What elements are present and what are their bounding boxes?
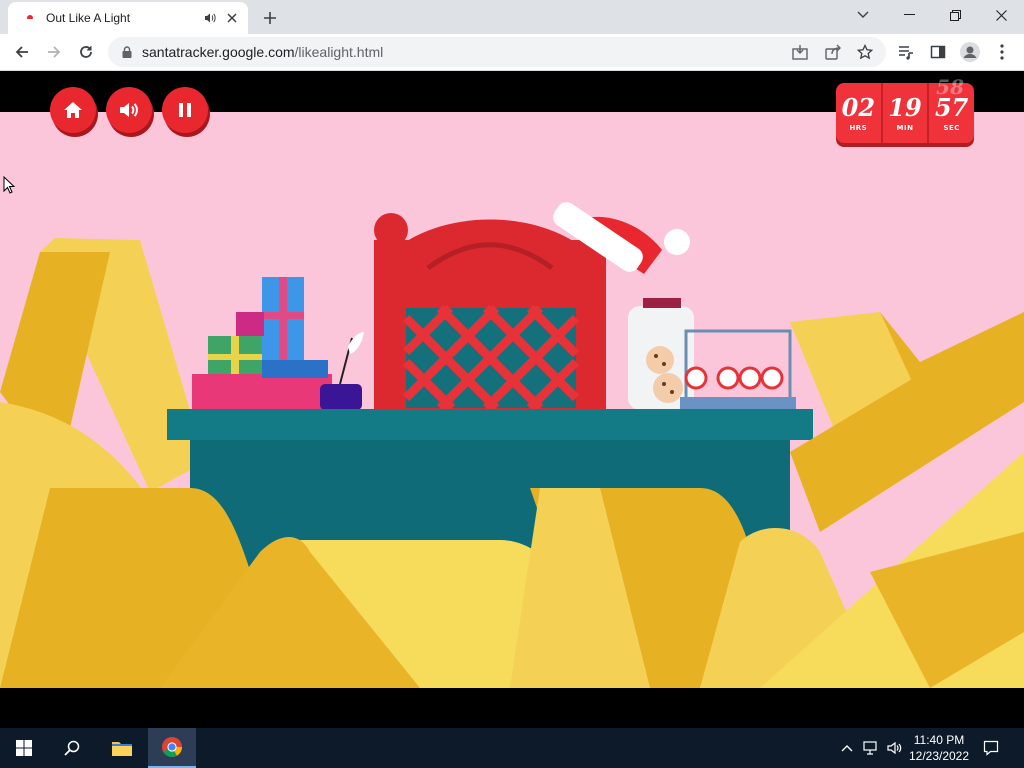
tab-title: Out Like A Light [46,11,131,25]
url-host: santatracker.google.com [142,44,295,60]
timer-next-seconds: 58 [936,75,964,99]
bedroom-illustration [0,202,1024,688]
timer-hours: 02 HRS [836,83,883,143]
hours-value: 02 [841,92,876,122]
inkwell [320,384,362,410]
bedpost-knob [374,213,408,247]
media-controls-icon[interactable] [892,38,920,66]
home-icon [64,102,82,118]
profile-avatar-icon[interactable] [956,38,984,66]
reload-button[interactable] [72,38,100,66]
forward-button[interactable] [40,38,68,66]
clock-date: 12/23/2022 [908,749,970,763]
minutes-label: MIN [896,123,914,132]
tab-strip: Out Like A Light [0,0,1024,34]
url-path: /likealight.html [294,44,384,60]
new-tab-button[interactable] [258,6,282,30]
tab-search-chevron-icon[interactable] [840,0,886,30]
pause-icon [179,103,191,117]
lock-icon[interactable] [120,45,134,59]
cookie [653,373,683,403]
chrome-icon [162,737,182,758]
taskbar: 11:40 PM 12/23/2022 [0,728,1024,768]
taskbar-chrome[interactable] [148,728,196,768]
browser-toolbar: santatracker.google.com/likealight.html [0,34,1024,71]
share-icon[interactable] [821,40,845,64]
network-icon[interactable] [860,728,882,768]
tab-close-icon[interactable] [224,10,240,26]
speaker-icon [120,103,138,117]
quill [348,332,364,354]
mouse-cursor-icon [3,176,15,194]
clock-time: 11:40 PM [913,733,965,747]
game-scene[interactable] [0,112,1024,688]
notification-icon[interactable] [980,728,1002,768]
minutes-value: 19 [888,92,922,122]
hours-label: HRS [849,123,868,132]
seconds-label: SEC [943,123,960,132]
minimize-button[interactable] [886,0,932,30]
countdown-timer: 58 02 HRS 19 MIN 57 SEC [836,75,974,143]
back-button[interactable] [8,38,36,66]
windows-logo-icon [16,740,32,756]
browser-menu-icon[interactable] [988,38,1016,66]
tab-audio-icon[interactable] [202,10,218,26]
folder-icon [112,742,132,756]
restore-button[interactable] [932,0,978,30]
install-app-icon[interactable] [788,40,812,64]
cookie [646,346,674,374]
url-text: santatracker.google.com/likealight.html [142,44,383,60]
taskbar-file-explorer[interactable] [98,728,146,768]
side-panel-icon[interactable] [924,38,952,66]
game-viewport: 58 02 HRS 19 MIN 57 SEC [0,71,1024,728]
start-button[interactable] [0,728,48,768]
close-window-button[interactable] [978,0,1024,30]
timer-minutes: 19 MIN [883,83,930,143]
address-bar[interactable]: santatracker.google.com/likealight.html [108,37,886,67]
desk-top [167,409,813,440]
taskbar-clock[interactable]: 11:40 PM 12/23/2022 [902,732,976,764]
search-icon [64,740,80,756]
browser-tab[interactable]: Out Like A Light [8,2,248,34]
tray-overflow-chevron-icon[interactable] [838,728,856,768]
sound-button[interactable] [106,87,152,133]
santa-favicon-icon [22,10,38,26]
letter-tray [192,374,332,410]
pause-button[interactable] [162,87,208,133]
taskbar-search-button[interactable] [48,728,96,768]
home-button[interactable] [50,87,96,133]
bookmark-star-icon[interactable] [853,40,877,64]
gift-box-purple [236,312,264,336]
